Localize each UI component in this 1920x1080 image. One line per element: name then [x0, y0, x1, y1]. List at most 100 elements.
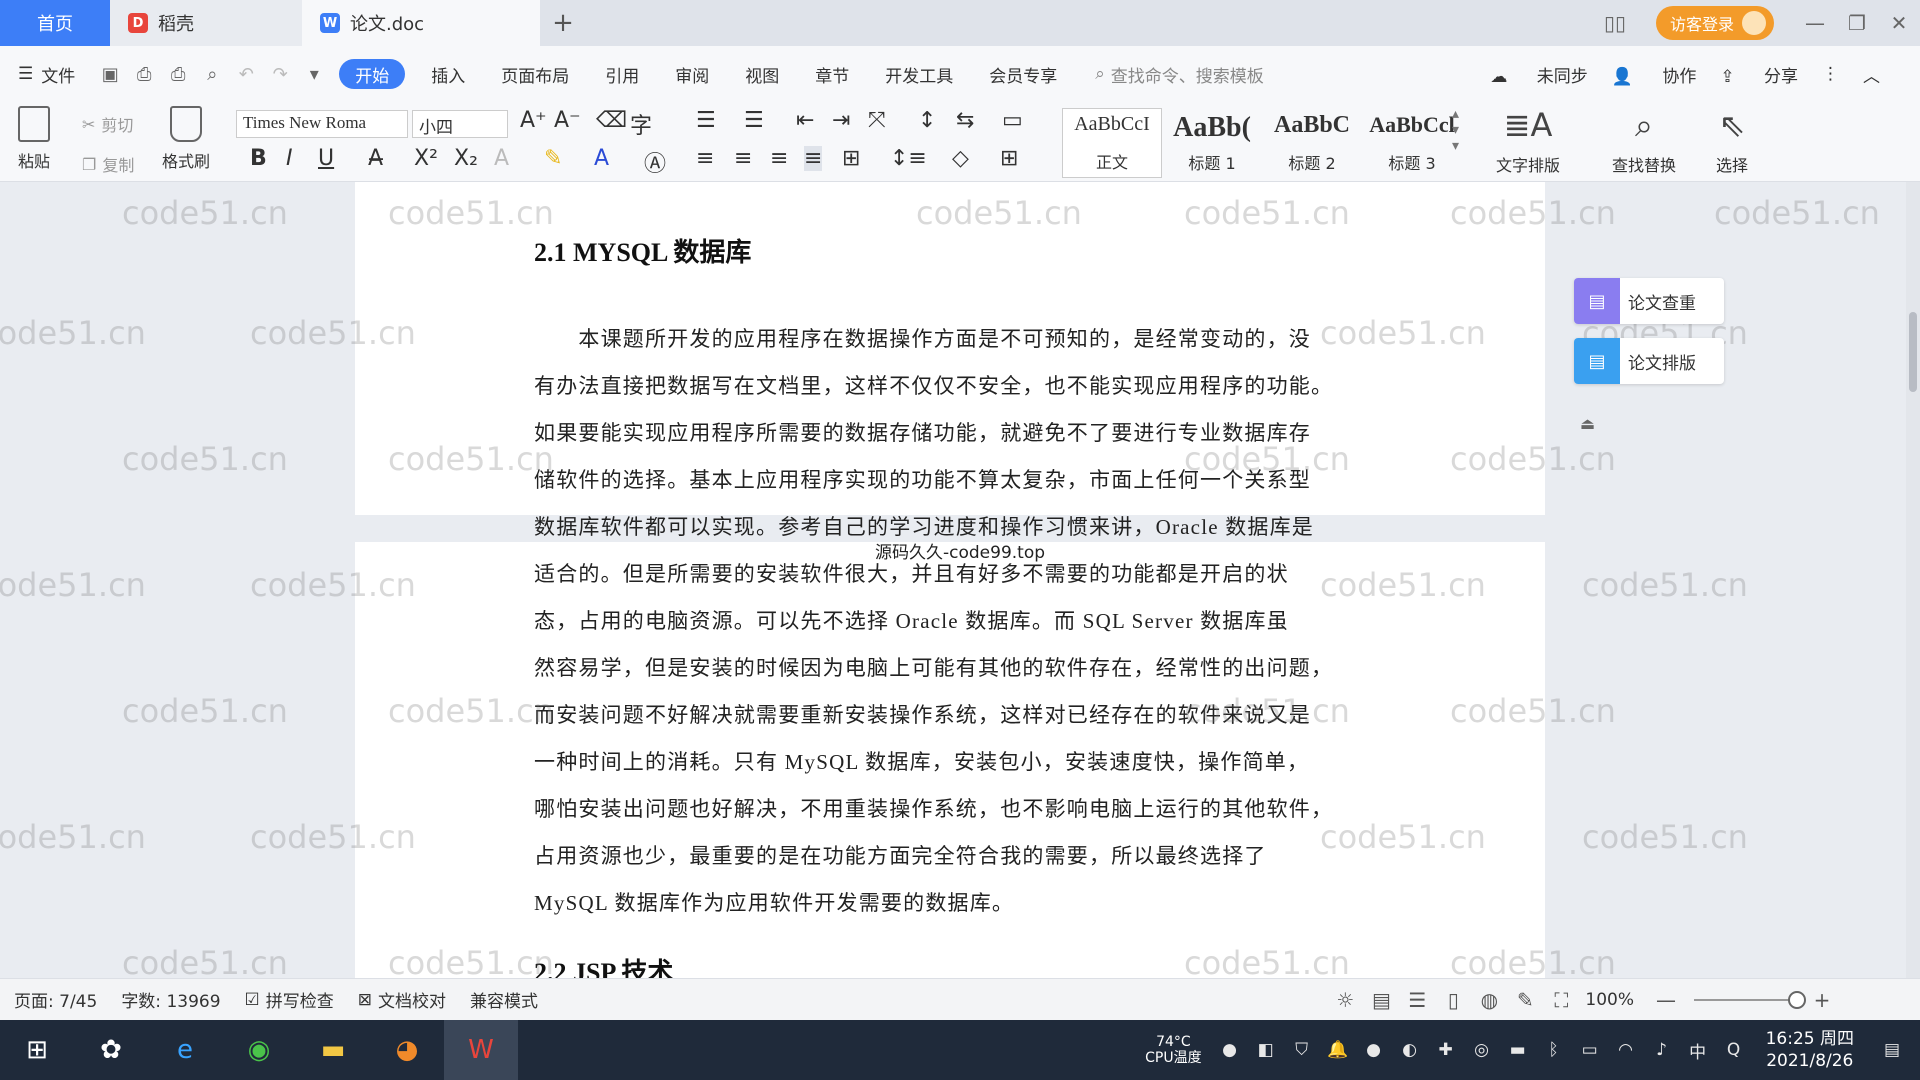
section-heading[interactable]: 2.1 MYSQL 数据库 — [534, 232, 751, 269]
web-view-icon[interactable]: ◍ — [1471, 988, 1507, 1012]
tray-app-icon[interactable]: ✚ — [1428, 1040, 1464, 1060]
paragraph[interactable]: 本课题所开发的应用程序在数据操作方面是不可预知的，是经常变动的，没 有办法直接把… — [534, 316, 1366, 927]
layout-toggle-icon[interactable]: ▯▯ — [1594, 0, 1636, 46]
page-view-icon[interactable]: ▤ — [1363, 988, 1399, 1012]
wifi-icon[interactable]: ◠ — [1608, 1040, 1644, 1060]
vertical-scrollbar[interactable] — [1906, 182, 1920, 978]
cut-button[interactable]: ✂ 剪切 — [82, 112, 133, 136]
panel-collapse-icon[interactable]: ⏏ — [1580, 414, 1595, 433]
page-indicator[interactable]: 页面: 7/45 — [14, 987, 97, 1012]
qq-icon[interactable]: ◐ — [1392, 1040, 1428, 1060]
tray-app-icon[interactable]: ◎ — [1464, 1040, 1500, 1060]
align-right-icon[interactable]: ≡ — [770, 146, 788, 171]
word-count[interactable]: 字数: 13969 — [121, 987, 220, 1012]
close-icon[interactable]: ✕ — [1878, 0, 1920, 46]
ime-indicator[interactable]: 中 — [1680, 1038, 1716, 1063]
select-button[interactable]: ⇖ 选择 — [1716, 106, 1748, 176]
style-heading-3[interactable]: AaBbCcl 标题 3 — [1362, 108, 1462, 178]
decrease-indent-icon[interactable]: ⇤ — [796, 108, 814, 133]
customize-icon[interactable]: ▾ — [297, 59, 331, 89]
collab-button[interactable]: 👤 协作 — [1612, 62, 1697, 87]
cpu-temp-widget[interactable]: 74°C CPU温度 — [1145, 1034, 1201, 1066]
print-preview-icon[interactable]: ⎙ — [127, 59, 161, 89]
tab-view[interactable]: 视图 — [727, 46, 797, 102]
borders-icon[interactable]: ⊞ — [1000, 146, 1018, 171]
fit-page-icon[interactable]: ⛶ — [1543, 988, 1579, 1012]
next-section-heading[interactable]: 2.2 JSP 技术 — [534, 952, 673, 978]
file-menu[interactable]: ☰ 文件 — [0, 46, 93, 102]
save-icon[interactable]: ▣ — [93, 59, 127, 89]
redo-icon[interactable]: ↷ — [263, 59, 297, 89]
zoom-out-icon[interactable]: — — [1648, 988, 1684, 1012]
phonetic-icon[interactable]: 字 — [630, 108, 652, 140]
font-color-icon[interactable]: A — [594, 146, 609, 171]
grow-font-icon[interactable]: A⁺ — [520, 108, 547, 133]
ie-browser-icon[interactable]: e — [148, 1020, 222, 1080]
login-button[interactable]: 访客登录 — [1655, 6, 1774, 40]
italic-icon[interactable]: I — [286, 146, 293, 171]
volume-icon[interactable]: ♪ — [1644, 1040, 1680, 1060]
preview-icon[interactable]: ⌕ — [195, 59, 229, 89]
distributed-icon[interactable]: ⊞ — [842, 146, 860, 171]
underline-icon[interactable]: U — [318, 146, 334, 171]
tab-review[interactable]: 审阅 — [657, 46, 727, 102]
tray-app-icon[interactable]: ● — [1356, 1040, 1392, 1060]
tray-app-icon[interactable]: ▬ — [1500, 1040, 1536, 1060]
tray-app-icon[interactable]: ◧ — [1248, 1040, 1284, 1060]
tab-document[interactable]: W 论文.doc — [302, 0, 540, 46]
command-search[interactable]: ⌕ 查找命令、搜索模板 — [1095, 62, 1264, 87]
ruler-icon[interactable]: ▭ — [1002, 108, 1023, 133]
chinese-layout-icon[interactable]: ⤧ — [868, 108, 886, 133]
browser-icon[interactable]: ◉ — [222, 1020, 296, 1080]
paper-check-button[interactable]: ▤ 论文查重 — [1574, 278, 1724, 324]
tab-start[interactable]: 开始 — [339, 59, 406, 89]
tab-chapter[interactable]: 章节 — [797, 46, 867, 102]
superscript-icon[interactable]: X² — [414, 146, 438, 171]
windows-start-icon[interactable]: ⊞ — [0, 1020, 74, 1080]
clear-format-icon[interactable]: ⌫ — [596, 108, 627, 133]
style-normal[interactable]: AaBbCcI 正文 — [1062, 108, 1162, 178]
paper-layout-button[interactable]: ▤ 论文排版 — [1574, 338, 1724, 384]
bold-icon[interactable]: B — [250, 146, 267, 171]
increase-indent-icon[interactable]: ⇥ — [832, 108, 850, 133]
document-area[interactable]: 2.1 MYSQL 数据库 本课题所开发的应用程序在数据操作方面是不可预知的，是… — [0, 182, 1906, 978]
minimize-icon[interactable]: — — [1794, 0, 1836, 46]
style-gallery-scroll-icon[interactable]: ▴ ▾ ▾ — [1452, 106, 1459, 154]
write-view-icon[interactable]: ✎ — [1507, 988, 1543, 1012]
shrink-font-icon[interactable]: A⁻ — [554, 108, 581, 133]
new-tab-button[interactable]: + — [540, 0, 586, 46]
app-icon[interactable]: ✿ — [74, 1020, 148, 1080]
line-spacing-icon[interactable]: ↕≡ — [890, 146, 927, 171]
zoom-slider[interactable] — [1694, 991, 1806, 1009]
style-heading-2[interactable]: AaBbC 标题 2 — [1262, 108, 1362, 178]
copy-button[interactable]: ❐ 复制 — [82, 152, 134, 176]
tray-app-icon[interactable]: ● — [1212, 1040, 1248, 1060]
bell-icon[interactable]: 🔔 — [1320, 1040, 1356, 1060]
strikethrough-icon[interactable]: A̶ — [368, 146, 383, 171]
justify-icon[interactable]: ≡ — [804, 146, 823, 171]
tab-references[interactable]: 引用 — [587, 46, 657, 102]
highlight-icon[interactable]: ✎ — [544, 146, 562, 171]
zoom-in-icon[interactable]: + — [1804, 988, 1840, 1012]
sync-button[interactable]: ☁ 未同步 — [1490, 62, 1587, 87]
numbering-icon[interactable]: ☰ — [744, 108, 764, 133]
align-left-icon[interactable]: ≡ — [696, 146, 714, 171]
collapse-ribbon-icon[interactable]: ︿ — [1863, 62, 1880, 87]
tab-developer[interactable]: 开发工具 — [867, 46, 971, 102]
wps-app-icon[interactable]: W — [444, 1020, 518, 1080]
tab-home[interactable]: 首页 — [0, 0, 110, 46]
style-heading-1[interactable]: AaBb( 标题 1 — [1162, 108, 1262, 178]
clock[interactable]: 16:25 周四 2021/8/26 — [1766, 1028, 1854, 1072]
restore-icon[interactable]: ❐ — [1836, 0, 1878, 46]
share-button[interactable]: ⇪ 分享 — [1720, 62, 1798, 87]
shield-icon[interactable]: ⛉ — [1284, 1040, 1320, 1060]
eye-protect-icon[interactable]: ☼ — [1327, 988, 1363, 1012]
undo-icon[interactable]: ↶ — [229, 59, 263, 89]
align-center-icon[interactable]: ≡ — [734, 146, 752, 171]
text-effect-icon[interactable]: A — [494, 146, 509, 171]
find-replace-button[interactable]: ⌕ 查找替换 — [1612, 106, 1676, 176]
recorder-app-icon[interactable]: ◕ — [370, 1020, 444, 1080]
subscript-icon[interactable]: X₂ — [454, 146, 478, 171]
shading-icon[interactable]: ◇ — [952, 146, 969, 171]
sort-icon[interactable]: ↕ — [918, 108, 936, 133]
